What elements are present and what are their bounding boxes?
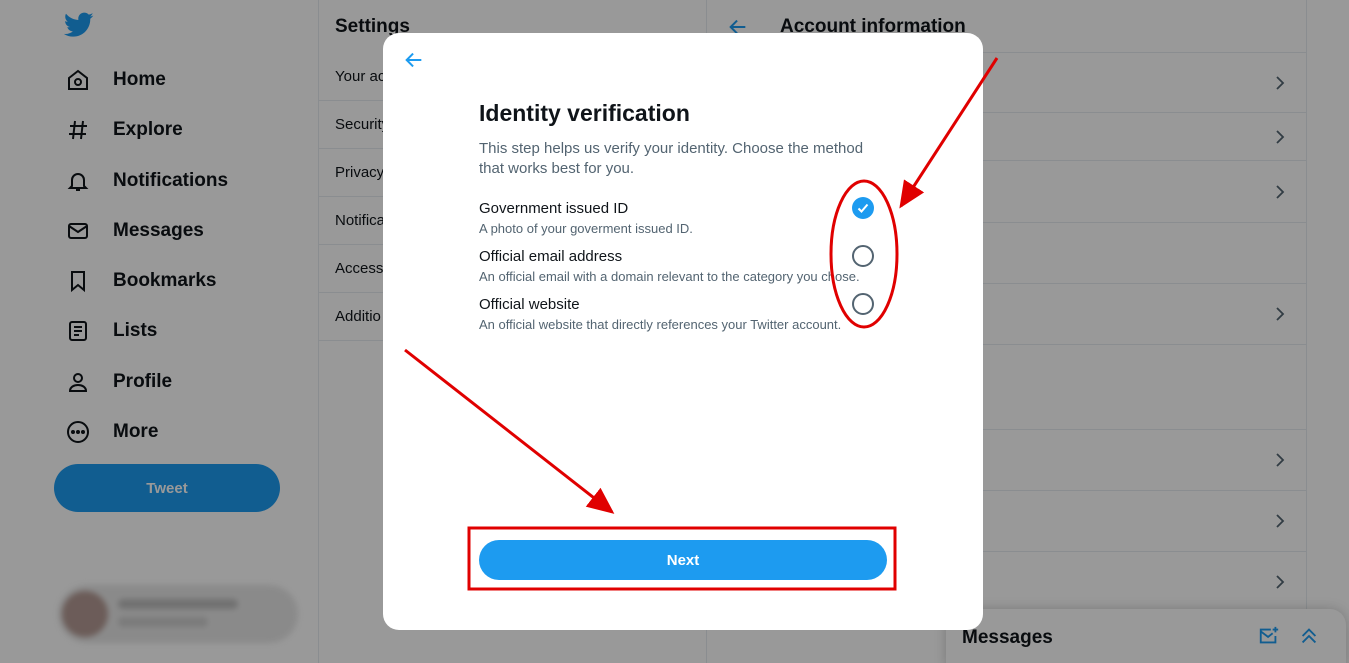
modal-title: Identity verification [479, 100, 690, 126]
option-government-id[interactable]: Government issued ID A photo of your gov… [479, 199, 899, 237]
option-title: Official email address [479, 248, 623, 265]
option-subtitle: An official website that directly refere… [479, 317, 842, 332]
option-official-email[interactable]: Official email address An official email… [479, 247, 899, 285]
option-title: Government issued ID [479, 200, 629, 217]
radio-official-email[interactable] [852, 245, 874, 267]
radio-official-website[interactable] [852, 293, 874, 315]
option-subtitle: An official email with a domain relevant… [479, 269, 860, 284]
option-official-website[interactable]: Official website An official website tha… [479, 295, 899, 333]
radio-government-id[interactable] [852, 197, 874, 219]
modal-description: This step helps us verify your identity.… [479, 140, 864, 177]
back-arrow-icon[interactable] [403, 49, 425, 71]
identity-verification-modal: Identity verification This step helps us… [383, 33, 983, 630]
option-title: Official website [479, 296, 580, 313]
option-subtitle: A photo of your goverment issued ID. [479, 221, 693, 236]
checkmark-icon [857, 203, 869, 213]
next-button[interactable]: Next [479, 540, 887, 580]
